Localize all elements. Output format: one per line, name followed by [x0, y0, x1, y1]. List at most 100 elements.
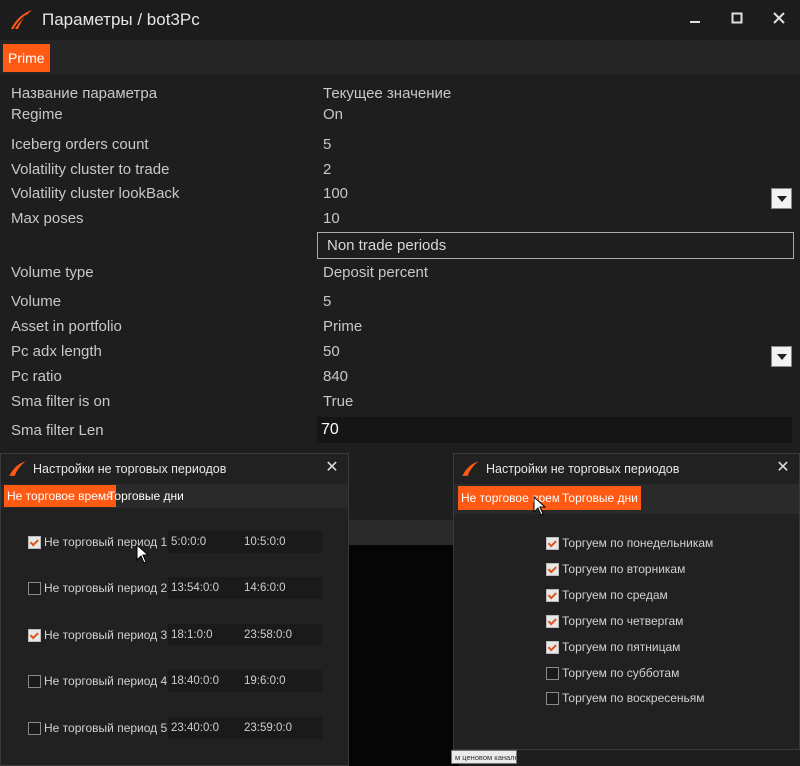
- trading-day-row: Торгуем по воскресеньям: [454, 689, 799, 709]
- period-end-input[interactable]: 14:6:0:0: [241, 577, 322, 599]
- period-label: Не торговый период 4: [44, 674, 168, 688]
- tooltip: м ценовом канале: [451, 750, 517, 764]
- chart-area: [349, 545, 459, 766]
- non-trade-period-row: Не торговый период 4 18:40:0:0 19:6:0:0: [1, 670, 348, 694]
- day-label: Торгуем по четвергам: [562, 614, 684, 628]
- tab-non-trade-time[interactable]: Не торговое время: [458, 486, 570, 510]
- header-param-name: Название параметра: [11, 85, 158, 102]
- sma-filter-len-input[interactable]: 70: [317, 417, 792, 443]
- period-label: Не торговый период 2: [44, 581, 168, 595]
- param-value[interactable]: 2: [323, 161, 331, 178]
- param-value[interactable]: Deposit percent: [323, 264, 428, 281]
- param-value[interactable]: True: [323, 393, 353, 410]
- trading-day-row: Торгуем по субботам: [454, 664, 799, 684]
- param-name: Pc adx length: [11, 343, 102, 360]
- day-checkbox[interactable]: [546, 641, 559, 654]
- period-checkbox[interactable]: [28, 536, 41, 549]
- day-label: Торгуем по пятницам: [562, 640, 681, 654]
- dialog-tabs: Не торговое время Торговые дни: [454, 484, 799, 514]
- period-start-input[interactable]: 23:40:0:0: [168, 717, 249, 739]
- trading-day-row: Торгуем по четвергам: [454, 612, 799, 632]
- day-checkbox[interactable]: [546, 615, 559, 628]
- period-start-input[interactable]: 18:1:0:0: [168, 624, 249, 646]
- tab-non-trade-time[interactable]: Не торговое время: [4, 485, 116, 507]
- period-start-input[interactable]: 5:0:0:0: [168, 531, 249, 553]
- param-value[interactable]: 10: [323, 210, 340, 227]
- period-start-input[interactable]: 18:40:0:0: [168, 670, 249, 692]
- mouse-cursor-icon: [533, 496, 547, 516]
- close-icon[interactable]: ✕: [773, 457, 793, 477]
- day-label: Торгуем по вторникам: [562, 562, 686, 576]
- non-trade-settings-dialog-time: Настройки не торговых периодов ✕ Не торг…: [0, 453, 349, 766]
- close-icon[interactable]: [758, 0, 800, 36]
- window-controls: [674, 0, 800, 36]
- param-name: Volume type: [11, 264, 94, 281]
- param-name: Sma filter is on: [11, 393, 111, 410]
- dialog-title-bar[interactable]: Настройки не торговых периодов: [1, 454, 348, 484]
- tab-trade-days[interactable]: Торговые дни: [559, 486, 641, 510]
- volume-type-dropdown-icon[interactable]: [771, 346, 792, 367]
- period-label: Не торговый период 5: [44, 721, 168, 735]
- param-name: Volume: [11, 293, 62, 310]
- day-label: Торгуем по воскресеньям: [562, 691, 705, 705]
- day-checkbox[interactable]: [546, 667, 559, 680]
- period-checkbox[interactable]: [28, 722, 41, 735]
- param-value[interactable]: 50: [323, 343, 340, 360]
- day-checkbox[interactable]: [546, 692, 559, 705]
- non-trade-period-row: Не торговый период 1 5:0:0:0 10:5:0:0: [1, 531, 348, 555]
- param-name: Asset in portfolio: [11, 318, 122, 335]
- day-label: Торгуем по понедельникам: [562, 536, 714, 550]
- param-name: Volatility cluster to trade: [11, 161, 170, 178]
- minimize-icon[interactable]: [674, 0, 716, 36]
- period-checkbox[interactable]: [28, 582, 41, 595]
- param-value[interactable]: 100: [323, 185, 348, 202]
- non-trade-periods-button[interactable]: Non trade periods: [317, 232, 794, 259]
- day-checkbox[interactable]: [546, 589, 559, 602]
- tab-trade-days[interactable]: Торговые дни: [105, 485, 187, 507]
- day-checkbox[interactable]: [546, 563, 559, 576]
- app-logo-icon: [9, 461, 26, 476]
- trading-day-row: Торгуем по пятницам: [454, 638, 799, 658]
- period-label: Не торговый период 3: [44, 628, 168, 642]
- period-checkbox[interactable]: [28, 629, 41, 642]
- non-trade-period-row: Не торговый период 2 13:54:0:0 14:6:0:0: [1, 577, 348, 601]
- non-trade-period-row: Не торговый период 5 23:40:0:0 23:59:0:0: [1, 717, 348, 741]
- day-label: Торгуем по средам: [562, 588, 668, 602]
- day-label: Торгуем по субботам: [562, 666, 680, 680]
- mouse-cursor-icon: [136, 544, 150, 564]
- param-value[interactable]: 5: [323, 136, 331, 153]
- period-end-input[interactable]: 23:58:0:0: [241, 624, 322, 646]
- app-logo-icon: [11, 10, 32, 30]
- app-logo-icon: [462, 461, 479, 476]
- param-name: Sma filter Len: [11, 422, 104, 439]
- trading-day-row: Торгуем по средам: [454, 586, 799, 606]
- dialog-tabs: Не торговое время Торговые дни: [1, 484, 348, 508]
- maximize-icon[interactable]: [716, 0, 758, 36]
- param-name: Pc ratio: [11, 368, 62, 385]
- regime-dropdown-icon[interactable]: [771, 188, 792, 209]
- period-end-input[interactable]: 10:5:0:0: [241, 531, 322, 553]
- day-checkbox[interactable]: [546, 537, 559, 550]
- param-value[interactable]: 840: [323, 368, 348, 385]
- param-value[interactable]: 5: [323, 293, 331, 310]
- param-value[interactable]: Prime: [323, 318, 362, 335]
- param-name: Regime: [11, 106, 63, 123]
- trading-day-row: Торгуем по понедельникам: [454, 534, 799, 554]
- header-current-value: Текущее значение: [323, 85, 452, 102]
- param-name: Iceberg orders count: [11, 136, 149, 153]
- tab-prime[interactable]: Prime: [3, 44, 50, 72]
- param-name: Volatility cluster lookBack: [11, 185, 180, 202]
- dialog-title-bar[interactable]: Настройки не торговых периодов: [454, 454, 799, 484]
- non-trade-period-row: Не торговый период 3 18:1:0:0 23:58:0:0: [1, 624, 348, 648]
- period-end-input[interactable]: 23:59:0:0: [241, 717, 322, 739]
- close-icon[interactable]: ✕: [322, 457, 342, 477]
- period-end-input[interactable]: 19:6:0:0: [241, 670, 322, 692]
- param-name: Max poses: [11, 210, 84, 227]
- period-start-input[interactable]: 13:54:0:0: [168, 577, 249, 599]
- period-checkbox[interactable]: [28, 675, 41, 688]
- trading-day-row: Торгуем по вторникам: [454, 560, 799, 580]
- non-trade-settings-dialog-days: Настройки не торговых периодов ✕ Не торг…: [453, 453, 800, 750]
- param-value[interactable]: On: [323, 106, 343, 123]
- dialog-title: Настройки не торговых периодов: [486, 462, 680, 476]
- dialog-title: Настройки не торговых периодов: [33, 462, 227, 476]
